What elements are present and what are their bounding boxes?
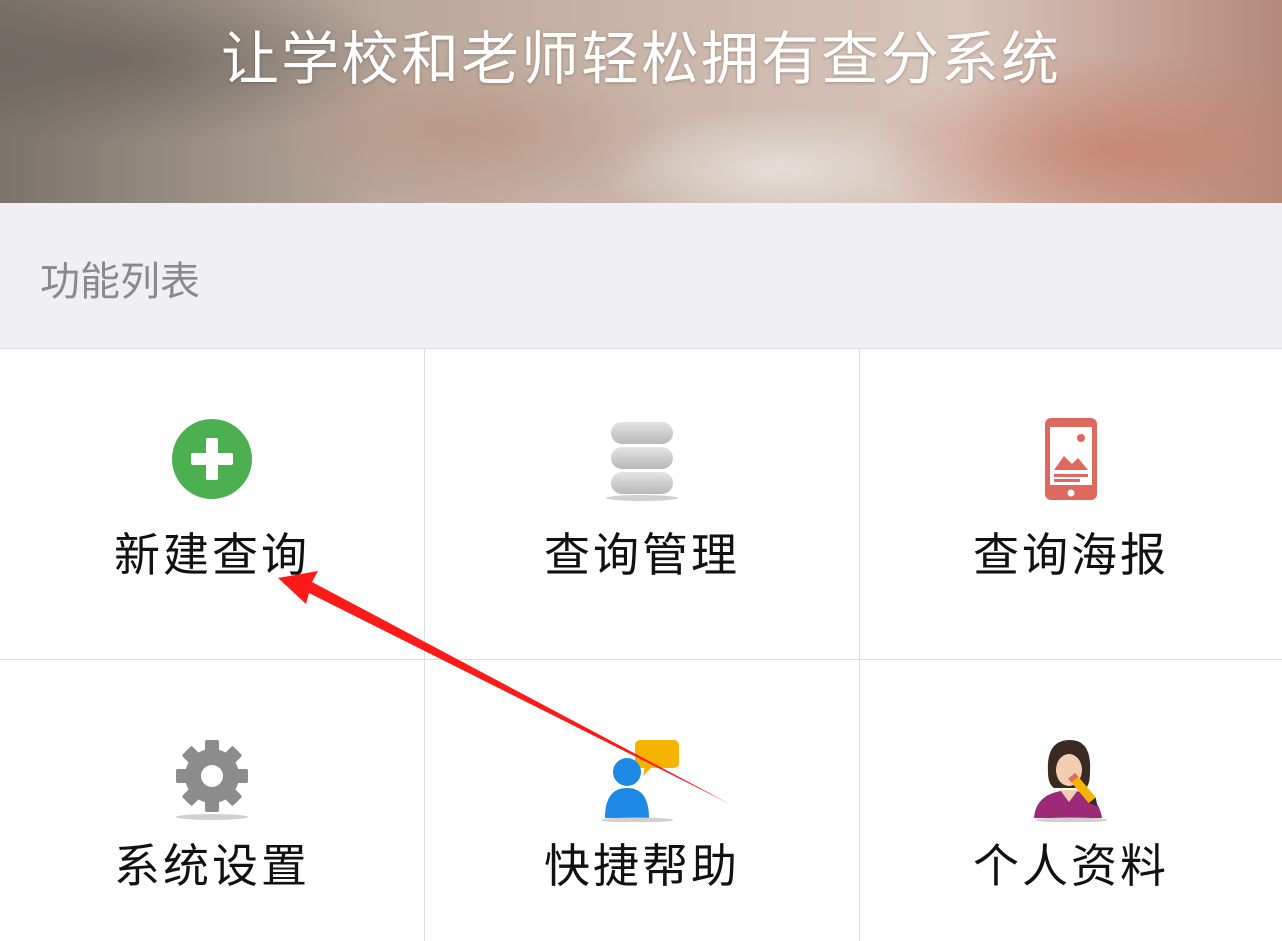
menu-item-label: 系统设置 (114, 839, 310, 893)
menu-item-query-management[interactable]: 查询管理 (425, 349, 860, 660)
section-title: 功能列表 (40, 259, 200, 305)
menu-item-new-query[interactable]: 新建查询 (0, 349, 425, 660)
header-banner: 让学校和老师轻松拥有查分系统 (0, 0, 1282, 203)
profile-icon (1026, 732, 1116, 822)
menu-item-label: 个人资料 (973, 839, 1169, 893)
menu-item-profile[interactable]: 个人资料 (860, 660, 1282, 941)
function-grid: 新建查询 查询管理 查询海报 系统设置 快捷帮助 个人资料 (0, 349, 1282, 941)
menu-item-label: 新建查询 (114, 528, 310, 582)
database-icon (597, 414, 687, 504)
menu-item-label: 快捷帮助 (544, 839, 740, 893)
phone-poster-icon (1026, 414, 1116, 504)
plus-circle-icon (167, 414, 257, 504)
banner-title: 让学校和老师轻松拥有查分系统 (220, 25, 1061, 93)
help-chat-icon (597, 732, 687, 822)
menu-item-system-settings[interactable]: 系统设置 (0, 660, 425, 941)
gear-icon (167, 732, 257, 822)
menu-item-label: 查询管理 (544, 528, 740, 582)
menu-item-quick-help[interactable]: 快捷帮助 (425, 660, 860, 941)
section-header: 功能列表 (0, 203, 1282, 349)
menu-item-query-poster[interactable]: 查询海报 (860, 349, 1282, 660)
menu-item-label: 查询海报 (973, 528, 1169, 582)
